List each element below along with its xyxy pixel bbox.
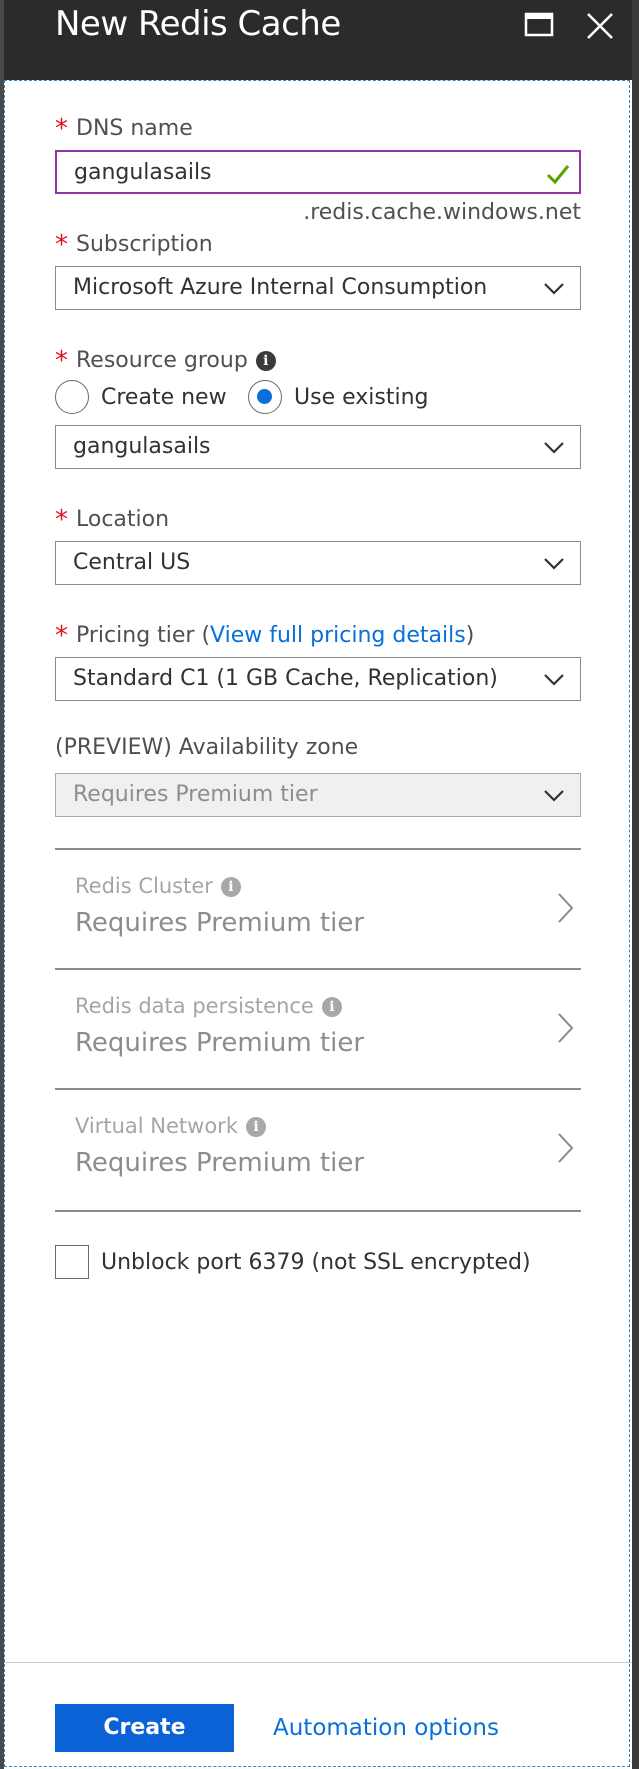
required-marker: * (55, 505, 68, 535)
required-marker: * (55, 621, 68, 651)
info-icon[interactable]: i (220, 877, 241, 897)
chevron-down-icon (544, 283, 564, 295)
maximize-button[interactable] (520, 6, 560, 46)
resource-group-dropdown[interactable]: gangulasails (55, 425, 581, 469)
pricing-tier-value: Standard C1 (1 GB Cache, Replication) (73, 666, 498, 691)
title-bar: New Redis Cache (0, 0, 639, 80)
unblock-port-label: Unblock port 6379 (not SSL encrypted) (101, 1249, 531, 1275)
footer-divider (4, 1662, 632, 1663)
dns-suffix: .redis.cache.windows.net (303, 200, 581, 225)
location-dropdown[interactable]: Central US (55, 541, 581, 585)
availability-zone-label: (PREVIEW) Availability zone (55, 735, 359, 760)
close-icon (587, 13, 613, 39)
subscription-dropdown[interactable]: Microsoft Azure Internal Consumption (55, 266, 581, 310)
availability-zone-dropdown: Requires Premium tier (55, 773, 581, 817)
redis-cluster-section[interactable]: Redis Cluster i Requires Premium tier (55, 850, 581, 968)
blade-title: New Redis Cache (55, 4, 341, 44)
divider (55, 1210, 581, 1212)
resource-group-value: gangulasails (73, 434, 211, 459)
radio-use-existing-label: Use existing (294, 384, 429, 410)
virtual-network-value: Requires Premium tier (75, 1148, 365, 1178)
blade-left-edge (0, 0, 4, 1769)
dns-name-value: gangulasails (74, 160, 212, 185)
radio-use-existing[interactable]: Use existing (248, 380, 428, 414)
radio-selected-dot (257, 389, 272, 404)
maximize-icon (524, 12, 554, 37)
redis-data-persistence-section[interactable]: Redis data persistence i Requires Premium… (55, 970, 581, 1088)
create-button[interactable]: Create (55, 1704, 234, 1752)
dns-name-input[interactable]: gangulasails (55, 150, 581, 194)
virtual-network-section[interactable]: Virtual Network i Requires Premium tier (55, 1090, 581, 1208)
redis-data-persistence-title: Redis data persistence i (75, 994, 342, 1018)
pricing-tier-dropdown[interactable]: Standard C1 (1 GB Cache, Replication) (55, 657, 581, 701)
required-marker: * (55, 346, 68, 376)
required-marker: * (55, 230, 68, 260)
dns-name-label: * DNS name (55, 114, 193, 144)
chevron-right-icon (558, 1133, 574, 1163)
unblock-port-checkbox-row[interactable]: Unblock port 6379 (not SSL encrypted) (55, 1244, 531, 1280)
redis-cluster-value: Requires Premium tier (75, 908, 365, 938)
location-label: * Location (55, 505, 170, 535)
chevron-right-icon (558, 893, 574, 923)
chevron-down-icon (544, 558, 564, 570)
radio-circle (55, 380, 89, 414)
radio-create-new[interactable]: Create new (55, 380, 227, 414)
info-icon[interactable]: i (245, 1117, 266, 1137)
new-redis-cache-blade: New Redis Cache * DNS name gangulasails .… (0, 0, 639, 1769)
close-button[interactable] (580, 6, 620, 46)
subscription-value: Microsoft Azure Internal Consumption (73, 275, 488, 300)
radio-circle (248, 380, 282, 414)
chevron-down-icon (544, 674, 564, 686)
availability-zone-value: Requires Premium tier (73, 782, 318, 807)
chevron-down-icon (544, 442, 564, 454)
redis-data-persistence-value: Requires Premium tier (75, 1028, 365, 1058)
radio-create-new-label: Create new (101, 384, 227, 410)
required-marker: * (55, 114, 68, 144)
view-pricing-details-link[interactable]: View full pricing details (210, 623, 466, 648)
automation-options-link[interactable]: Automation options (273, 1704, 499, 1752)
virtual-network-title: Virtual Network i (75, 1114, 266, 1138)
chevron-right-icon (558, 1013, 574, 1043)
chevron-down-icon (544, 790, 564, 802)
pricing-tier-label: * Pricing tier (View full pricing details… (55, 621, 475, 651)
location-value: Central US (73, 550, 191, 575)
resource-group-label: * Resource group i (55, 344, 276, 376)
info-icon[interactable]: i (255, 351, 276, 371)
checkmark-icon (546, 165, 570, 185)
redis-cluster-title: Redis Cluster i (75, 874, 241, 898)
subscription-label: * Subscription (55, 230, 213, 260)
unblock-port-checkbox[interactable] (55, 1245, 89, 1279)
info-icon[interactable]: i (321, 997, 342, 1017)
blade-right-edge (632, 0, 639, 1769)
